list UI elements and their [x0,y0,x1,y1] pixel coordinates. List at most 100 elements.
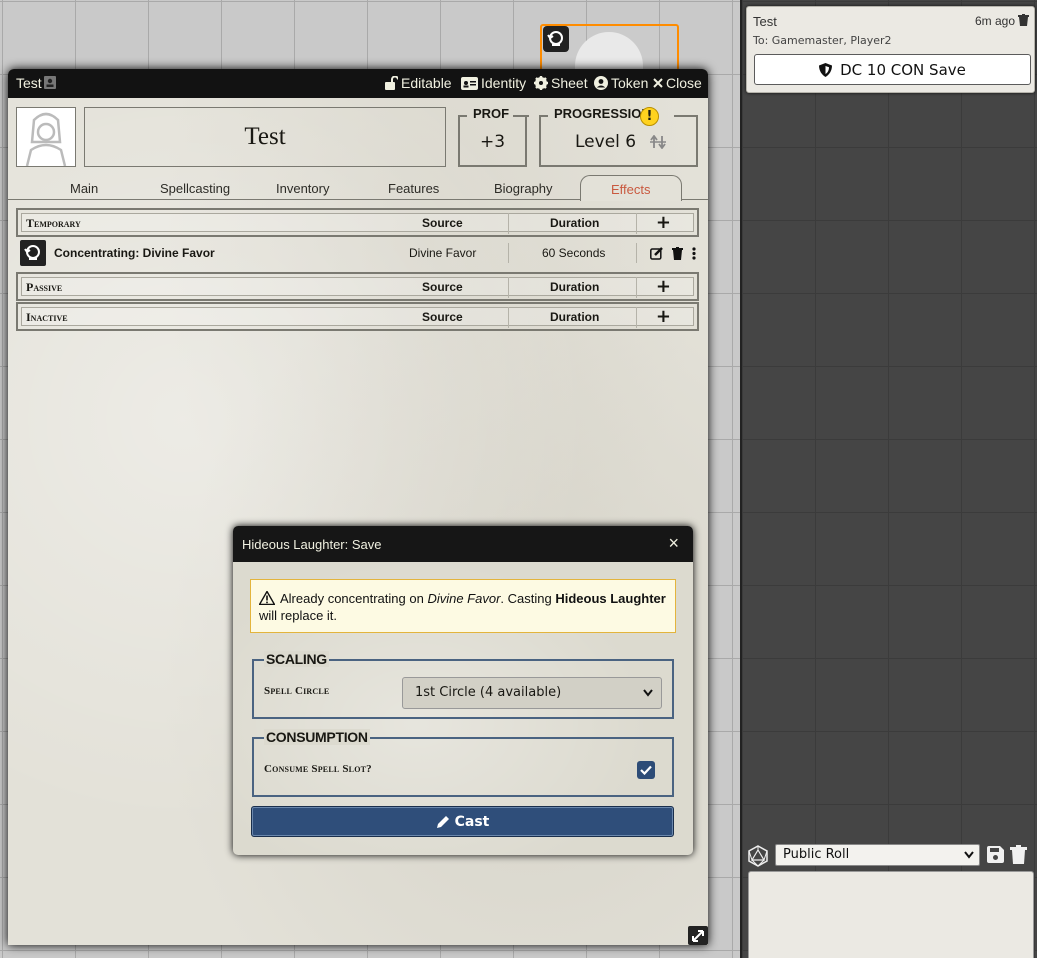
tab-effects[interactable]: Effects [580,175,682,201]
col-divider [508,243,509,263]
chat-sidebar [740,0,1037,958]
effect-source: Divine Favor [409,246,477,260]
concentration-status-icon [543,26,569,52]
warning-icon [259,591,275,605]
add-effect-button[interactable]: + [656,306,671,327]
effect-duration: 60 Seconds [542,246,606,260]
col-divider [636,243,637,263]
gear-icon [534,76,548,90]
col-source: Source [422,280,463,294]
tab-biography[interactable]: Biography [494,181,553,196]
roll-mode-value: Public Roll [783,847,850,862]
cast-label: Cast [454,813,490,830]
spell-circle-select[interactable]: 1st Circle (4 available) [402,677,662,709]
pencil-icon [436,815,449,828]
save-roll-button[interactable]: DC 10 CON Save [754,54,1031,85]
effects-group-inactive: Inactive Source Duration + [16,302,699,331]
id-badge-icon[interactable] [44,76,56,89]
unlock-icon [385,76,398,90]
tab-spellcasting[interactable]: Spellcasting [160,181,230,196]
more-options-icon[interactable] [692,247,696,260]
effects-group-temporary: Temporary Source Duration + [16,208,699,237]
tab-inventory[interactable]: Inventory [276,181,329,196]
col-source: Source [422,216,463,230]
chat-input[interactable] [748,871,1034,958]
progression-label: PROGRESSION [554,106,651,121]
window-title: Test [16,75,42,91]
effect-controls [650,247,696,260]
save-icon[interactable] [987,846,1004,863]
col-divider [636,307,637,328]
dialog-close-button[interactable]: × [668,533,679,554]
scaling-fieldset: SCALING Spell Circle 1st Circle (4 avail… [252,651,674,719]
col-duration: Duration [550,216,600,230]
col-duration: Duration [550,280,600,294]
progression-warning-icon[interactable]: ! [640,107,659,126]
chevron-down-icon [643,689,653,697]
level-change-icon[interactable] [650,135,666,149]
effect-name: Concentrating: Divine Favor [54,246,215,260]
add-effect-button[interactable]: + [656,212,671,233]
consume-slot-label: Consume Spell Slot? [264,763,372,775]
character-name[interactable]: Test [84,107,446,167]
cast-button[interactable]: Cast [251,806,674,837]
proficiency-value: +3 [479,132,506,152]
spell-circle-label: Spell Circle [264,685,330,697]
chat-author: Test [753,14,777,29]
level-value: Level 6 [575,132,637,152]
tab-main[interactable]: Main [70,181,98,196]
concentration-effect-icon [20,240,46,266]
chat-message: Test 6m ago To: Gamemaster, Player2 DC 1… [746,6,1035,93]
chevron-down-icon [964,851,974,859]
group-label: Temporary [26,216,81,230]
roll-mode-select[interactable]: Public Roll [775,844,980,866]
consumption-fieldset: CONSUMPTION Consume Spell Slot? [252,729,674,797]
edit-icon[interactable] [650,247,663,260]
col-duration: Duration [550,310,600,324]
id-card-icon [461,76,478,90]
token-config-button[interactable]: Token [594,75,648,91]
tab-features[interactable]: Features [388,181,439,196]
trash-icon[interactable] [1018,14,1029,26]
dialog-title: Hideous Laughter: Save [242,537,382,552]
prof-frame-left [458,115,467,117]
delete-icon[interactable] [672,247,683,260]
window-header[interactable]: Test Editable Identity Sheet Token Close [8,69,708,98]
dialog-header[interactable]: Hideous Laughter: Save × [233,526,693,562]
sheet-tabs: Main Spellcasting Inventory Features Bio… [8,175,708,201]
identity-label: Identity [481,75,527,91]
notice-current-spell: Divine Favor [427,591,501,606]
effect-row[interactable]: Concentrating: Divine Favor Divine Favor… [18,239,698,267]
close-icon [653,78,663,88]
col-divider [508,277,509,298]
proficiency-box: PROF +3 [458,106,527,167]
token-label: Token [611,75,649,91]
sheet-config-button[interactable]: Sheet [534,75,588,91]
clear-chat-icon[interactable] [1010,845,1027,864]
consume-slot-checkbox[interactable] [637,761,655,779]
sheet-label: Sheet [551,75,588,91]
prog-frame-right [674,115,698,117]
editable-toggle[interactable]: Editable [384,75,452,91]
progression-box: PROGRESSION ! Level 6 [539,106,698,167]
roll-controls: Public Roll [746,843,1036,867]
save-roll-label: DC 10 CON Save [840,60,966,79]
character-portrait[interactable] [16,107,76,167]
prog-frame-left [539,115,548,117]
close-window-button[interactable]: Close [653,75,702,91]
group-label: Inactive [26,310,68,324]
d20-icon[interactable] [747,845,769,867]
scaling-legend: SCALING [264,651,329,667]
add-effect-button[interactable]: + [656,276,671,297]
consumption-legend: CONSUMPTION [264,729,370,745]
col-divider [636,277,637,298]
notice-new-spell: Hideous Laughter [555,591,666,606]
chat-recipients: To: Gamemaster, Player2 [753,34,892,47]
proficiency-label: PROF [473,106,510,121]
resize-handle-icon[interactable] [688,926,708,945]
notice-prefix: Already concentrating on [280,591,428,606]
identity-button[interactable]: Identity [461,75,526,91]
spell-circle-value: 1st Circle (4 available) [415,685,562,700]
close-label: Close [666,75,702,91]
notice-suffix: will replace it. [259,608,338,623]
